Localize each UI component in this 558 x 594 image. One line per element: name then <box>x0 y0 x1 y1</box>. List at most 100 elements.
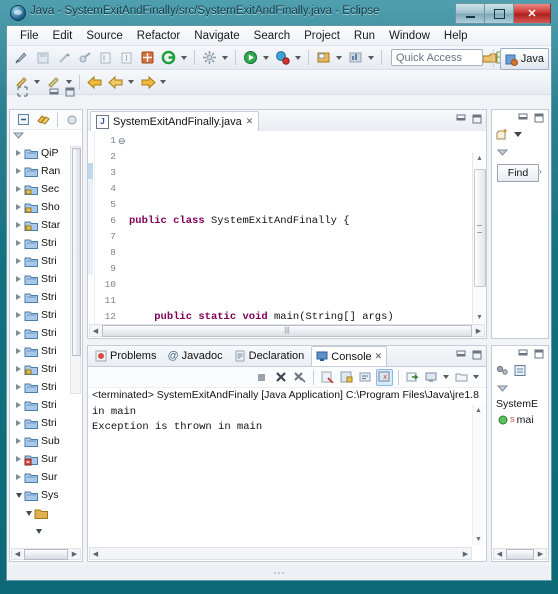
hscroll-thumb[interactable] <box>506 548 534 560</box>
twisty-icon[interactable] <box>14 365 23 374</box>
scroll-left-icon[interactable]: ◀ <box>12 549 23 559</box>
twisty-icon[interactable] <box>14 185 23 194</box>
annotation-dropdown-icon[interactable] <box>126 73 135 92</box>
twisty-icon[interactable] <box>14 311 23 320</box>
display-selected-console-dropdown-icon[interactable] <box>441 368 450 387</box>
twisty-icon[interactable] <box>14 491 23 500</box>
twisty-icon[interactable] <box>14 167 23 176</box>
minimize-icon[interactable] <box>456 114 466 122</box>
show-console-on-output-icon[interactable]: x <box>376 368 393 386</box>
maximize-icon[interactable] <box>534 349 544 359</box>
open-console-icon[interactable] <box>453 369 470 386</box>
menu-search[interactable]: Search <box>247 28 297 44</box>
close-icon[interactable]: ✕ <box>375 351 383 362</box>
new-class-dropdown-icon[interactable] <box>334 48 343 67</box>
new-wizard-icon[interactable] <box>12 48 31 67</box>
scroll-down-icon[interactable]: ▼ <box>474 535 483 544</box>
maximize-button[interactable] <box>484 3 513 24</box>
tab-declaration[interactable]: Declaration <box>230 347 309 366</box>
maximize-icon[interactable] <box>472 350 482 360</box>
pin-console-icon[interactable] <box>404 369 421 386</box>
list-item[interactable]: Sys <box>10 486 82 504</box>
list-item[interactable]: Stri <box>10 396 82 414</box>
menu-file[interactable]: File <box>13 28 46 44</box>
folding-ruler[interactable]: ⊖ <box>118 133 128 149</box>
scroll-left-icon[interactable]: ◀ <box>494 549 505 559</box>
outline-view-menu[interactable] <box>496 384 509 396</box>
twisty-icon[interactable] <box>14 221 23 230</box>
close-icon[interactable]: ✕ <box>246 116 254 127</box>
last-edit-location-icon[interactable] <box>138 73 157 92</box>
outline-hscrollbar[interactable]: ◀ ▶ <box>493 548 547 560</box>
list-item[interactable] <box>10 522 82 540</box>
link-with-editor-icon[interactable] <box>34 110 52 129</box>
twisty-icon[interactable] <box>34 527 43 536</box>
scroll-right-icon[interactable]: ▶ <box>473 326 484 336</box>
minimize-icon[interactable] <box>518 113 528 121</box>
minimize-icon[interactable] <box>518 349 528 357</box>
scroll-lock-icon[interactable] <box>338 369 355 386</box>
debug-dropdown-icon[interactable] <box>179 48 188 67</box>
chevron-down-icon[interactable] <box>513 131 523 139</box>
external-tools-dropdown-icon[interactable] <box>220 48 229 67</box>
editor-vscrollbar[interactable]: ▲ ▼ <box>472 153 486 323</box>
quick-access-input[interactable]: Quick Access <box>391 49 483 66</box>
view-menu-icon[interactable] <box>12 132 25 140</box>
hscroll-thumb[interactable] <box>24 548 68 560</box>
menu-run[interactable]: Run <box>347 28 382 44</box>
last-edit-dropdown-icon[interactable] <box>158 73 167 92</box>
find-button[interactable]: Find <box>497 164 539 182</box>
view-menu-icon[interactable] <box>496 385 509 393</box>
editor-hscrollbar[interactable]: ◀ ||| ▶ <box>89 324 485 337</box>
terminate-icon[interactable] <box>253 369 270 386</box>
perspective-java-button[interactable]: Java <box>499 48 549 70</box>
scroll-up-icon[interactable]: ▲ <box>475 154 484 163</box>
twisty-icon[interactable] <box>14 437 23 446</box>
twisty-icon[interactable] <box>14 239 23 248</box>
clear-console-icon[interactable] <box>319 369 336 386</box>
print-icon[interactable] <box>54 48 73 67</box>
scroll-right-icon[interactable]: ▶ <box>69 549 80 559</box>
editor-tab-systemexitandfinally[interactable]: J SystemExitAndFinally.java ✕ <box>90 111 260 131</box>
maximize-icon[interactable] <box>65 87 75 97</box>
twisty-icon[interactable] <box>14 329 23 338</box>
source-code[interactable]: public class SystemExitAndFinally { publ… <box>129 133 470 338</box>
menu-refactor[interactable]: Refactor <box>130 28 187 44</box>
twisty-icon[interactable] <box>14 257 23 266</box>
list-item[interactable]: Sur <box>10 468 82 486</box>
hscroll-thumb[interactable]: ||| <box>102 324 472 337</box>
minimize-icon[interactable] <box>456 350 466 358</box>
hide-fields-icon[interactable] <box>513 364 527 377</box>
display-selected-console-icon[interactable] <box>423 369 440 386</box>
package-explorer-hscrollbar[interactable]: ◀ ▶ <box>11 548 81 560</box>
tab-problems[interactable]: Problems <box>91 347 160 366</box>
twisty-icon[interactable] <box>14 401 23 410</box>
list-item[interactable]: Sub <box>10 432 82 450</box>
menu-window[interactable]: Window <box>382 28 437 44</box>
find-overflow-icon[interactable]: › <box>539 167 542 176</box>
resize-grip[interactable] <box>272 569 286 576</box>
twisty-icon[interactable] <box>14 203 23 212</box>
menu-edit[interactable]: Edit <box>46 28 80 44</box>
skip-breakpoints-icon[interactable] <box>117 48 136 67</box>
open-console-dropdown-icon[interactable] <box>471 368 480 387</box>
menu-source[interactable]: Source <box>79 28 129 44</box>
twisty-icon[interactable] <box>14 347 23 356</box>
new-annotation-icon[interactable] <box>346 48 365 67</box>
search-view-menu[interactable] <box>496 148 509 160</box>
save-icon[interactable] <box>33 48 52 67</box>
twisty-icon[interactable] <box>14 149 23 158</box>
menu-project[interactable]: Project <box>297 28 347 44</box>
menu-help[interactable]: Help <box>437 28 475 44</box>
list-item[interactable]: Sur <box>10 450 82 468</box>
new-search-icon[interactable] <box>496 128 510 142</box>
twisty-icon[interactable] <box>14 293 23 302</box>
view-menu-icon[interactable] <box>496 149 509 157</box>
run-configurations-dropdown-icon[interactable] <box>293 48 302 67</box>
scroll-left-icon[interactable]: ◀ <box>90 326 101 336</box>
vscroll-thumb[interactable] <box>72 148 81 356</box>
toggle-mark-occurrences-icon[interactable] <box>96 48 115 67</box>
tab-javadoc[interactable]: @ Javadoc <box>163 347 226 366</box>
minimize-button[interactable] <box>455 3 484 24</box>
new-java-project-icon[interactable] <box>138 48 157 67</box>
